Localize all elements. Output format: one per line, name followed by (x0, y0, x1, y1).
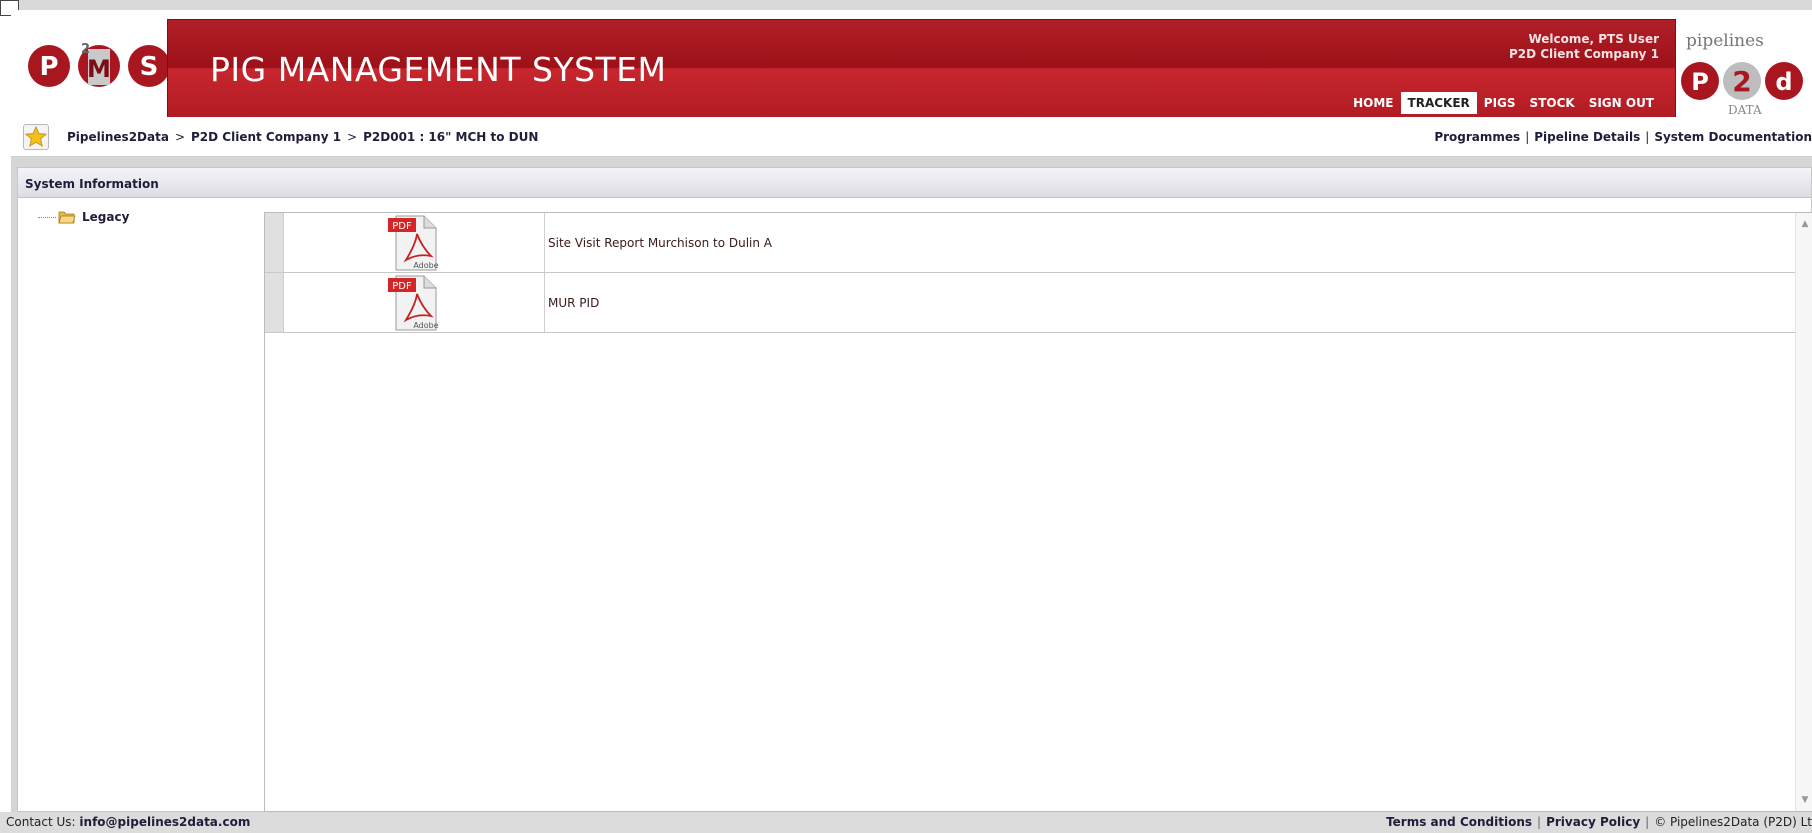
legal-links: Terms and Conditions | Privacy Policy | © Pi… (1386, 815, 1812, 829)
link-pipeline-details[interactable]: Pipeline Details (1534, 130, 1640, 144)
favourite-button[interactable] (23, 124, 49, 150)
document-row: PDF Adobe MUR PID (265, 273, 1796, 333)
system-information-panel: System Information Legacy PDF Adobe Site… (17, 167, 1812, 812)
star-icon (24, 125, 48, 148)
contact-label: Contact Us: (6, 815, 76, 829)
section-title: System Information (18, 168, 1811, 198)
svg-text:Adobe: Adobe (413, 321, 438, 330)
svg-text:d: d (1775, 68, 1792, 96)
breadcrumb: Pipelines2Data > P2D Client Company 1 > P2D0… (67, 130, 538, 144)
svg-text:S: S (140, 52, 159, 82)
app-title: PIG MANAGEMENT SYSTEM (210, 50, 667, 89)
breadcrumb-item-pipeline[interactable]: P2D001 : 16" MCH to DUN (363, 130, 538, 144)
nav-sign-out[interactable]: SIGN OUT (1582, 92, 1661, 114)
svg-text:PDF: PDF (392, 221, 412, 232)
contact-info: Contact Us: info@pipelines2data.com (6, 815, 250, 829)
header: P M 2 S PIG MANAGEMENT SYSTEM Welcome, P… (11, 10, 1812, 127)
svg-text:2: 2 (81, 42, 90, 57)
pdf-link[interactable]: PDF Adobe (284, 213, 545, 272)
folder-icon (58, 211, 76, 224)
link-programmes[interactable]: Programmes (1434, 130, 1520, 144)
nav-stock[interactable]: STOCK (1523, 92, 1582, 114)
svg-text:Adobe: Adobe (413, 261, 438, 270)
document-list: PDF Adobe Site Visit Report Murchison to… (264, 212, 1812, 812)
svg-text:PDF: PDF (392, 281, 412, 292)
company-name: P2D Client Company 1 (1508, 47, 1659, 61)
breadcrumb-separator: > (174, 130, 185, 144)
main-nav: HOME TRACKER PIGS STOCK SIGN OUT (1346, 92, 1661, 114)
user-info: Welcome, PTS User P2D Client Company 1 (1509, 32, 1659, 62)
nav-home[interactable]: HOME (1346, 92, 1400, 114)
window-top-strip (19, 0, 1812, 10)
brand-right-bottom: DATA (1728, 103, 1762, 117)
terms-link[interactable]: Terms and Conditions (1386, 815, 1532, 829)
top-links: Programmes | Pipeline Details | System Docum… (1434, 130, 1812, 144)
svg-text:P: P (39, 52, 58, 82)
app-frame: P M 2 S PIG MANAGEMENT SYSTEM Welcome, P… (11, 10, 1812, 822)
breadcrumb-item-company[interactable]: P2D Client Company 1 (191, 130, 341, 144)
svg-text:M: M (87, 55, 111, 83)
document-title[interactable]: MUR PID (545, 273, 599, 332)
scroll-down-arrow-icon[interactable]: ▼ (1796, 791, 1812, 809)
svg-text:2: 2 (1732, 65, 1751, 98)
privacy-link[interactable]: Privacy Policy (1546, 815, 1640, 829)
link-system-documentation[interactable]: System Documentation (1654, 130, 1812, 144)
svg-text:P: P (1691, 68, 1709, 96)
brand-right-top: pipelines (1686, 31, 1764, 51)
pdf-link[interactable]: PDF Adobe (284, 273, 545, 332)
breadcrumb-separator: > (347, 130, 358, 144)
document-title[interactable]: Site Visit Report Murchison to Dulin A (545, 213, 772, 272)
footer: Contact Us: info@pipelines2data.com Term… (0, 812, 1812, 833)
document-row: PDF Adobe Site Visit Report Murchison to… (265, 213, 1796, 273)
tree-connector (38, 216, 56, 218)
vertical-scrollbar[interactable]: ▲ ▼ (1795, 213, 1812, 811)
welcome-text: Welcome, PTS User (1528, 32, 1659, 46)
row-gutter (265, 213, 284, 272)
p2d-logo-icon: pipelines P 2 d DATA (1681, 31, 1803, 117)
contact-email-link[interactable]: info@pipelines2data.com (79, 815, 250, 829)
copyright-text: © Pipelines2Data (P2D) Lt (1654, 815, 1812, 829)
pdf-icon: PDF Adobe (388, 275, 439, 330)
pdf-icon: PDF Adobe (388, 215, 439, 270)
banner: PIG MANAGEMENT SYSTEM Welcome, PTS User … (167, 19, 1676, 127)
nav-tracker[interactable]: TRACKER (1400, 92, 1477, 114)
pms-logo-icon: P M 2 S (28, 42, 170, 87)
tree-label: Legacy (82, 210, 130, 224)
nav-pigs[interactable]: PIGS (1477, 92, 1523, 114)
row-gutter (265, 273, 284, 332)
breadcrumb-item-root[interactable]: Pipelines2Data (67, 130, 169, 144)
scroll-up-arrow-icon[interactable]: ▲ (1796, 215, 1812, 233)
tree-item-legacy[interactable]: Legacy (38, 210, 129, 224)
breadcrumb-bar: Pipelines2Data > P2D Client Company 1 > P2D0… (11, 117, 1812, 157)
